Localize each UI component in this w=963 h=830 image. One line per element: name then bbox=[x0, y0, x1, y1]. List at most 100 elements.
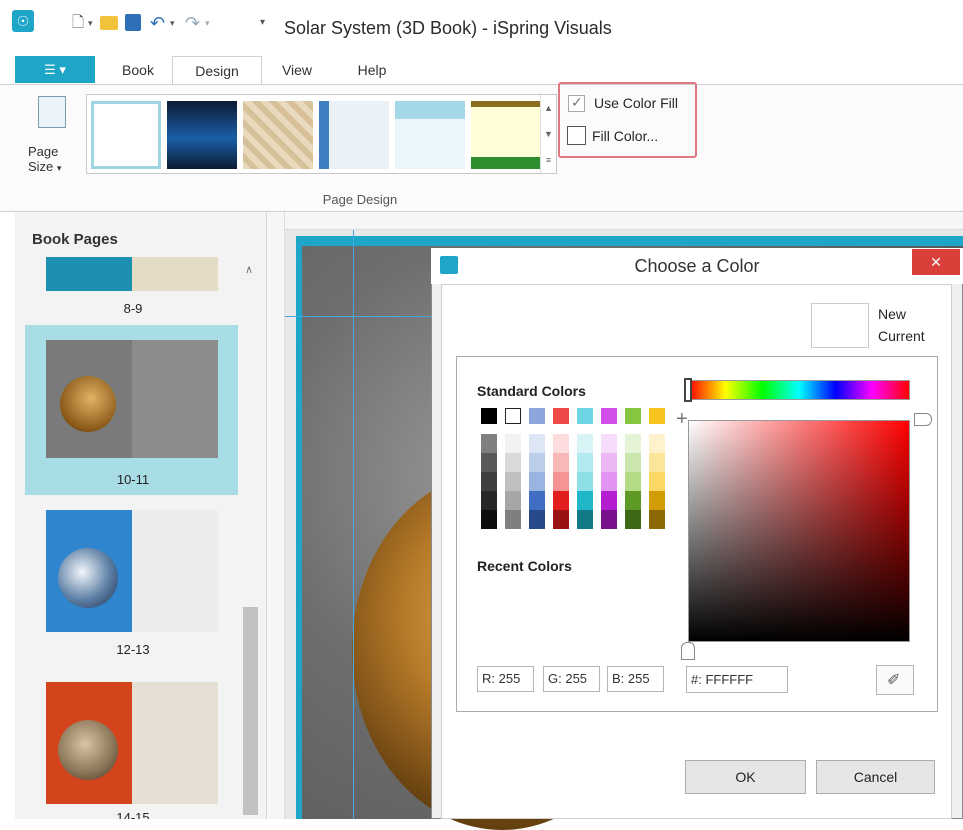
color-swatch[interactable] bbox=[577, 434, 593, 453]
design-thumb-blue-light[interactable] bbox=[167, 101, 237, 169]
color-swatch[interactable] bbox=[553, 453, 569, 472]
hue-slider-handle[interactable] bbox=[684, 378, 692, 402]
alpha-slider-handle[interactable] bbox=[681, 642, 695, 660]
color-swatch[interactable] bbox=[505, 510, 521, 529]
customize-icon[interactable]: ▾ bbox=[260, 14, 265, 32]
color-swatch[interactable] bbox=[553, 408, 569, 424]
close-icon[interactable]: ✕ bbox=[912, 249, 960, 275]
color-swatch[interactable] bbox=[601, 453, 617, 472]
color-swatch[interactable] bbox=[625, 472, 641, 491]
color-swatch[interactable] bbox=[649, 472, 665, 491]
design-thumb-blank[interactable] bbox=[91, 101, 161, 169]
color-swatch[interactable] bbox=[481, 453, 497, 472]
red-value-field[interactable]: R: 255 bbox=[477, 666, 534, 692]
page-thumb-14-15[interactable] bbox=[46, 682, 218, 804]
color-swatch[interactable] bbox=[577, 510, 593, 529]
fill-color-button[interactable]: Fill Color... bbox=[592, 128, 658, 144]
design-thumb-city-dark[interactable] bbox=[319, 101, 389, 169]
gallery-scroll-down-icon[interactable]: ▼ bbox=[540, 121, 556, 147]
hue-slider[interactable] bbox=[688, 380, 910, 400]
color-swatch[interactable] bbox=[649, 408, 665, 424]
gallery-scroll-up-icon[interactable]: ▲ bbox=[540, 95, 556, 121]
file-menu-button[interactable]: ☰ ▾ bbox=[15, 56, 95, 83]
color-swatch[interactable] bbox=[601, 472, 617, 491]
color-swatch[interactable] bbox=[529, 510, 545, 529]
color-swatch[interactable] bbox=[577, 408, 593, 424]
redo-icon[interactable]: ↷ bbox=[185, 14, 200, 32]
page-thumb-12-13[interactable] bbox=[46, 510, 218, 632]
color-swatch[interactable] bbox=[625, 510, 641, 529]
tab-design[interactable]: Design bbox=[172, 56, 262, 84]
tab-help[interactable]: Help bbox=[344, 56, 400, 84]
guide-line-horizontal[interactable] bbox=[285, 316, 435, 317]
color-swatch[interactable] bbox=[625, 491, 641, 510]
color-swatch[interactable] bbox=[577, 472, 593, 491]
cancel-button[interactable]: Cancel bbox=[816, 760, 935, 794]
color-swatch[interactable] bbox=[505, 434, 521, 453]
color-swatch[interactable] bbox=[481, 434, 497, 453]
tab-book[interactable]: Book bbox=[108, 56, 168, 84]
color-swatch[interactable] bbox=[601, 491, 617, 510]
color-swatch[interactable] bbox=[601, 510, 617, 529]
color-swatch[interactable] bbox=[577, 491, 593, 510]
page-size-button[interactable]: Page Size ▾ bbox=[28, 92, 76, 182]
color-swatch[interactable] bbox=[505, 472, 521, 491]
new-document-icon[interactable]: 🗋 bbox=[72, 14, 84, 32]
color-swatch[interactable] bbox=[649, 453, 665, 472]
color-swatch[interactable] bbox=[649, 491, 665, 510]
color-swatch[interactable] bbox=[529, 408, 545, 424]
eyedropper-button[interactable]: ✐ bbox=[876, 665, 914, 695]
fill-color-swatch[interactable] bbox=[567, 126, 586, 145]
color-swatch[interactable] bbox=[481, 491, 497, 510]
scrollbar-thumb[interactable] bbox=[243, 607, 258, 815]
saturation-value-field[interactable] bbox=[688, 420, 910, 642]
color-swatch[interactable] bbox=[577, 453, 593, 472]
hex-value-field[interactable]: #: FFFFFF bbox=[686, 666, 788, 693]
color-swatch[interactable] bbox=[649, 434, 665, 453]
undo-dropdown-icon[interactable]: ▾ bbox=[170, 14, 175, 32]
design-thumb-pattern[interactable] bbox=[243, 101, 313, 169]
use-color-fill-checkbox[interactable]: ✓ bbox=[568, 94, 585, 112]
app-logo-icon[interactable]: ☉ bbox=[12, 10, 34, 32]
color-swatch[interactable] bbox=[505, 408, 521, 424]
shade-column bbox=[577, 434, 593, 529]
page-thumb-10-11[interactable] bbox=[46, 340, 218, 458]
scroll-up-icon[interactable]: ∧ bbox=[245, 263, 253, 276]
color-swatch[interactable] bbox=[529, 434, 545, 453]
color-swatch[interactable] bbox=[481, 510, 497, 529]
color-swatch[interactable] bbox=[481, 472, 497, 491]
brightness-slider-handle[interactable] bbox=[914, 413, 932, 426]
folder-icon[interactable] bbox=[100, 16, 118, 30]
color-swatch[interactable] bbox=[481, 408, 497, 424]
color-swatch[interactable] bbox=[649, 510, 665, 529]
color-swatch[interactable] bbox=[553, 434, 569, 453]
color-swatch[interactable] bbox=[625, 408, 641, 424]
page-design-gallery[interactable] bbox=[86, 94, 557, 174]
color-swatch[interactable] bbox=[529, 472, 545, 491]
color-swatch[interactable] bbox=[553, 491, 569, 510]
color-swatch[interactable] bbox=[505, 453, 521, 472]
use-color-fill-label[interactable]: Use Color Fill bbox=[594, 95, 678, 111]
color-swatch[interactable] bbox=[625, 453, 641, 472]
tab-view[interactable]: View bbox=[272, 56, 322, 84]
color-swatch[interactable] bbox=[601, 434, 617, 453]
color-swatch[interactable] bbox=[529, 453, 545, 472]
undo-icon[interactable]: ↶ bbox=[150, 14, 165, 32]
ok-button[interactable]: OK bbox=[685, 760, 806, 794]
gallery-more-icon[interactable]: ≡ bbox=[540, 147, 556, 173]
color-swatch[interactable] bbox=[505, 491, 521, 510]
redo-dropdown-icon[interactable]: ▾ bbox=[205, 14, 210, 32]
color-swatch[interactable] bbox=[553, 510, 569, 529]
color-swatch[interactable] bbox=[529, 491, 545, 510]
color-swatch[interactable] bbox=[601, 408, 617, 424]
new-dropdown-icon[interactable]: ▾ bbox=[88, 14, 93, 32]
guide-line-vertical[interactable] bbox=[353, 230, 354, 819]
blue-value-field[interactable]: B: 255 bbox=[607, 666, 664, 692]
design-thumb-yellow[interactable] bbox=[471, 101, 541, 169]
green-value-field[interactable]: G: 255 bbox=[543, 666, 600, 692]
design-thumb-city-light[interactable] bbox=[395, 101, 465, 169]
color-swatch[interactable] bbox=[553, 472, 569, 491]
page-thumb-8-9[interactable] bbox=[46, 257, 218, 291]
save-icon[interactable] bbox=[125, 14, 141, 31]
color-swatch[interactable] bbox=[625, 434, 641, 453]
